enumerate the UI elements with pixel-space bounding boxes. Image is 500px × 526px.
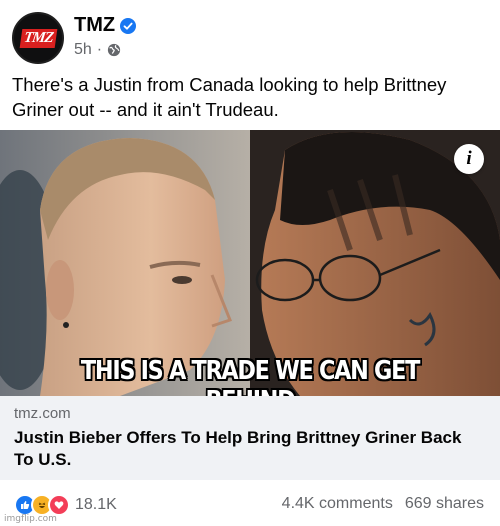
- engagement-bar: 18.1K 4.4K comments 669 shares imgflip.c…: [0, 480, 500, 526]
- post-image[interactable]: i THIS IS A TRADE WE CAN GET BEHIND: [0, 130, 500, 396]
- page-name[interactable]: TMZ: [74, 14, 115, 37]
- reaction-count: 18.1K: [75, 496, 117, 513]
- shares-count[interactable]: 669 shares: [405, 495, 484, 513]
- comments-count[interactable]: 4.4K comments: [282, 495, 393, 513]
- post-meta: 5h ·: [74, 41, 121, 59]
- post-header: TMZ TMZ 5h ·: [12, 12, 488, 64]
- tmz-logo: TMZ: [19, 28, 57, 48]
- page-name-row: TMZ: [74, 14, 137, 37]
- imgflip-watermark: imgflip.com: [4, 514, 57, 524]
- info-button[interactable]: i: [454, 144, 484, 174]
- verified-badge-icon: [120, 17, 137, 34]
- meme-caption: THIS IS A TRADE WE CAN GET BEHIND: [80, 356, 420, 396]
- post-text: There's a Justin from Canada looking to …: [12, 74, 447, 120]
- love-icon: [48, 494, 70, 516]
- link-title[interactable]: Justin Bieber Offers To Help Bring Britt…: [14, 427, 484, 471]
- post-stats: 4.4K comments 669 shares: [282, 495, 484, 513]
- page-avatar[interactable]: TMZ: [12, 12, 64, 64]
- globe-icon: [108, 43, 121, 57]
- post-time[interactable]: 5h: [74, 41, 92, 59]
- meta-separator: ·: [96, 41, 103, 58]
- link-preview[interactable]: tmz.com Justin Bieber Offers To Help Bri…: [0, 396, 500, 480]
- link-domain: tmz.com: [14, 405, 71, 422]
- reactions-summary[interactable]: 18.1K: [14, 494, 117, 516]
